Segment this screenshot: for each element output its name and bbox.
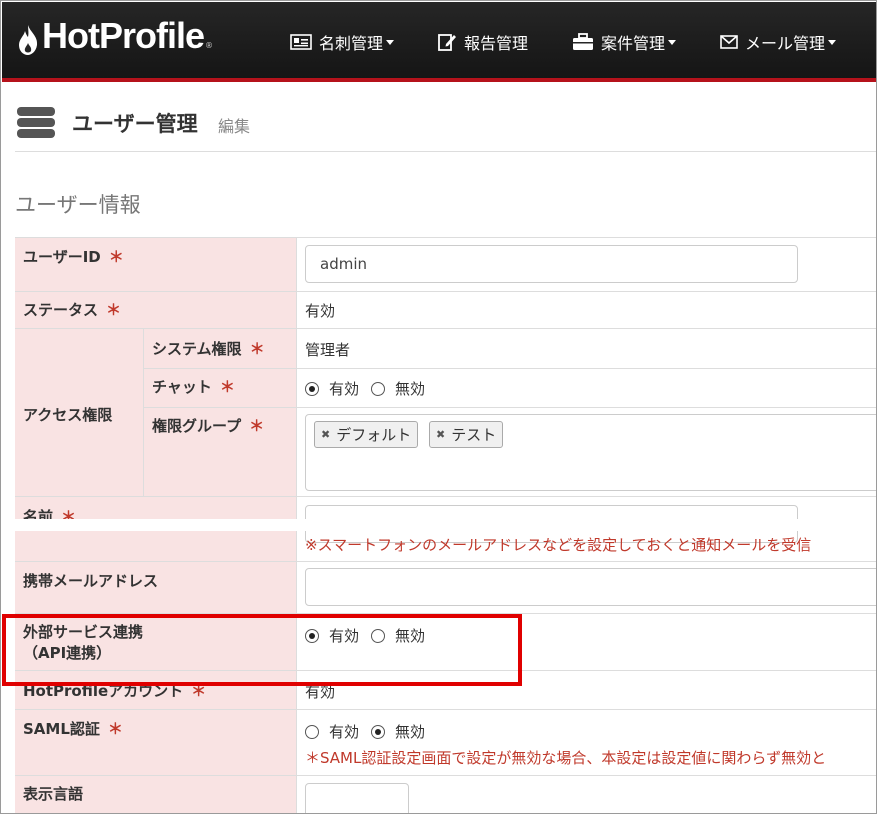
briefcase-icon — [573, 33, 594, 50]
language-label: 表示言語 — [23, 785, 84, 803]
nav-mail-label: メール管理 — [745, 34, 826, 53]
row-mobile-mail: 携帯メールアドレス — [15, 561, 876, 613]
permission-group-label: 権限グループ＊ — [152, 417, 265, 435]
nav-business-card-label: 名刺管理 — [319, 34, 384, 53]
main-nav: 名刺管理 報告管理 案件管理 メール管理 — [290, 30, 876, 54]
database-icon — [17, 107, 55, 139]
remove-icon[interactable]: ✖ — [321, 428, 330, 441]
highlight-box — [2, 614, 522, 686]
page-title: ユーザー管理 — [72, 112, 198, 136]
row-chat: チャット＊ 有効 無効 — [144, 368, 876, 407]
envelope-icon — [720, 35, 738, 49]
smartphone-note: ※スマートフォンのメールアドレスなどを設定しておくと通知メールを受信 — [305, 536, 812, 554]
row-permission-group: 権限グループ＊ ✖ デフォルト ✖ テスト — [144, 407, 876, 497]
nav-report[interactable]: 報告管理 — [437, 30, 528, 54]
row-access-rights: アクセス権限 システム権限＊ 管理者 チャット＊ 有効 無効 権限グループ＊ ✖… — [15, 328, 876, 497]
radio-icon — [371, 381, 386, 396]
row-user-id: ユーザーID ＊ admin — [15, 237, 876, 291]
label-cell: システム権限＊ — [144, 329, 297, 368]
section-title: ユーザー情報 — [15, 193, 141, 217]
label-cell: 携帯メールアドレス — [15, 562, 297, 613]
chat-label: チャット＊ — [152, 378, 235, 396]
required-mark: ＊ — [108, 248, 124, 266]
saml-radio-group: 有効 無効 — [305, 721, 437, 742]
required-mark: ＊ — [107, 720, 123, 738]
permission-group-select[interactable]: ✖ デフォルト ✖ テスト — [305, 414, 876, 491]
nav-deal[interactable]: 案件管理 — [572, 30, 677, 54]
required-mark: ＊ — [249, 340, 265, 358]
nav-report-label: 報告管理 — [464, 34, 529, 53]
label-cell: ユーザーID ＊ — [15, 238, 297, 291]
label-cell: ステータス＊ — [15, 292, 297, 328]
id-card-icon — [290, 34, 312, 50]
system-role-value: 管理者 — [305, 341, 351, 359]
tag-default[interactable]: ✖ デフォルト — [314, 421, 419, 448]
radio-icon — [305, 381, 319, 396]
access-rights-label: アクセス権限 — [23, 406, 113, 424]
row-status: ステータス＊ 有効 — [15, 291, 876, 328]
user-id-input[interactable]: admin — [305, 245, 798, 283]
radio-icon — [305, 724, 319, 739]
label-cell: アクセス権限 — [15, 329, 144, 496]
required-mark: ＊ — [249, 417, 265, 435]
row-language: 表示言語 — [15, 775, 876, 813]
system-role-label: システム権限＊ — [152, 340, 265, 358]
chevron-down-icon — [386, 39, 395, 45]
nav-deal-label: 案件管理 — [601, 34, 666, 53]
row-system-role: システム権限＊ 管理者 — [144, 329, 876, 368]
label-cell: 表示言語 — [15, 776, 297, 813]
saml-note: ＊SAML認証設定画面で設定が無効な場合、本設定は設定値に関わらず無効と — [305, 749, 827, 767]
saml-label: SAML認証＊ — [23, 720, 123, 738]
nav-mail[interactable]: メール管理 — [720, 30, 837, 54]
chat-radio-enabled[interactable]: 有効 — [305, 378, 359, 399]
saml-radio-enabled[interactable]: 有効 — [305, 721, 359, 742]
status-label: ステータス＊ — [23, 301, 122, 319]
screenshot-splice-gap — [1, 519, 876, 531]
label-cell: チャット＊ — [144, 369, 297, 407]
tag-test[interactable]: ✖ テスト — [429, 421, 504, 448]
page-subtitle: 編集 — [218, 117, 251, 136]
user-id-label: ユーザーID ＊ — [23, 248, 124, 266]
row-saml: SAML認証＊ 有効 無効 ＊SAML認証設定画面で設定が無効な場合、本設定は設… — [15, 709, 876, 775]
logo-text: HotProfile — [42, 15, 205, 56]
language-select[interactable] — [305, 783, 409, 813]
chat-radio-disabled[interactable]: 無効 — [371, 378, 425, 399]
label-cell: SAML認証＊ — [15, 710, 297, 775]
logo-registered-mark: ® — [205, 41, 214, 50]
top-navbar: HotProfile ® 名刺管理 報告管理 案件管理 メール管理 — [2, 2, 876, 82]
nav-business-card[interactable]: 名刺管理 — [290, 30, 395, 54]
chat-radio-group: 有効 無効 — [305, 378, 437, 399]
hotprofile-logo[interactable]: HotProfile ® — [16, 16, 213, 56]
label-cell: 権限グループ＊ — [144, 408, 297, 497]
app-window: HotProfile ® 名刺管理 報告管理 案件管理 メール管理 ユーザー管理… — [0, 0, 877, 814]
radio-icon — [371, 724, 386, 739]
status-value: 有効 — [305, 302, 336, 320]
flame-icon — [19, 25, 38, 55]
chevron-down-icon — [828, 39, 837, 45]
chevron-down-icon — [668, 39, 677, 45]
required-mark: ＊ — [106, 301, 122, 319]
saml-radio-disabled[interactable]: 無効 — [371, 721, 425, 742]
edit-report-icon — [438, 34, 457, 51]
required-mark: ＊ — [219, 378, 235, 396]
remove-icon[interactable]: ✖ — [436, 428, 445, 441]
mobile-mail-input[interactable] — [305, 568, 876, 606]
page-header: ユーザー管理 編集 — [15, 99, 876, 152]
mobile-mail-label: 携帯メールアドレス — [23, 572, 159, 590]
